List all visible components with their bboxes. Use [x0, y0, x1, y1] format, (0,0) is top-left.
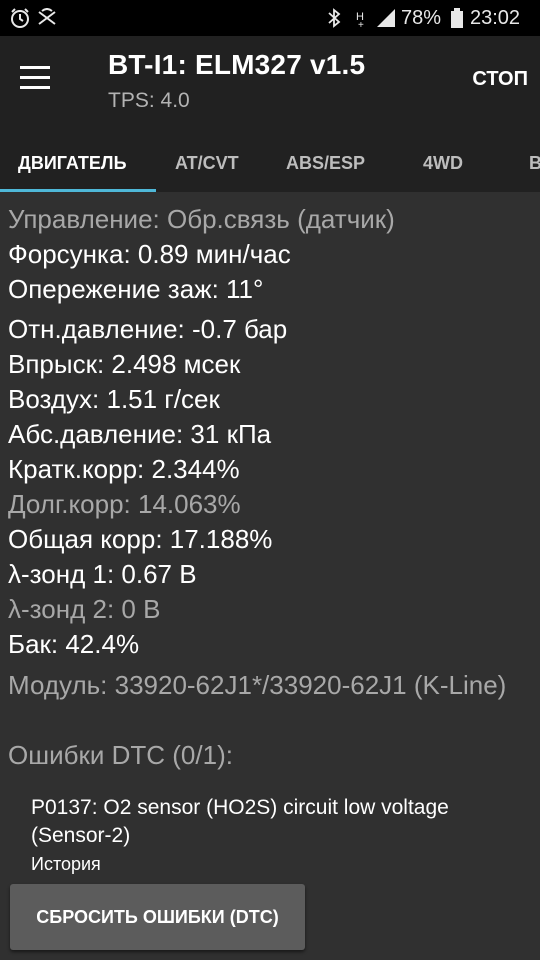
- bluetooth-icon: [328, 8, 341, 28]
- param-ignition-advance: Опережение заж: 11°: [8, 274, 264, 304]
- hamburger-menu-icon[interactable]: [20, 66, 50, 90]
- tab-engine[interactable]: ДВИГАТЕЛЬ: [18, 153, 127, 174]
- silent-mode-icon: [38, 8, 56, 25]
- tab-bar: ДВИГАТЕЛЬ AT/CVT ABS/ESP 4WD В: [0, 141, 540, 192]
- signal-icon: [377, 9, 395, 27]
- dtc-state: История: [31, 854, 101, 874]
- engine-parameters[interactable]: Управление: Обр.связь (датчик) Форсунка:…: [0, 192, 540, 960]
- battery-percent: 78%: [401, 7, 442, 29]
- param-lambda-1: λ-зонд 1: 0.67 В: [8, 559, 197, 589]
- h-plus-icon: H +: [356, 11, 364, 29]
- param-air: Воздух: 1.51 г/сек: [8, 384, 220, 414]
- param-control: Управление: Обр.связь (датчик): [8, 204, 395, 234]
- app-subtitle: TPS: 4.0: [108, 89, 190, 112]
- svg-text:+: +: [358, 20, 364, 29]
- param-relative-pressure: Отн.давление: -0.7 бар: [8, 314, 288, 344]
- dtc-header: Ошибки DTC (0/1):: [8, 740, 233, 770]
- stop-button[interactable]: СТОП: [472, 68, 528, 91]
- alarm-icon: [11, 8, 29, 28]
- reset-dtc-button[interactable]: СБРОСИТЬ ОШИБКИ (DTC): [10, 884, 305, 950]
- param-short-trim: Кратк.корр: 2.344%: [8, 454, 240, 484]
- param-long-trim: Долг.корр: 14.063%: [8, 489, 241, 519]
- param-fuel-tank: Бак: 42.4%: [8, 629, 140, 659]
- tab-4wd[interactable]: 4WD: [423, 153, 463, 174]
- battery-icon: [451, 8, 463, 28]
- app-bar: BT-I1: ELM327 v1.5 TPS: 4.0 СТОП ДВИГАТЕ…: [0, 36, 540, 192]
- param-total-trim: Общая корр: 17.188%: [8, 524, 273, 554]
- tab-more[interactable]: В: [529, 153, 540, 174]
- param-injection: Впрыск: 2.498 мсек: [8, 349, 241, 379]
- clock: 23:02: [470, 7, 521, 29]
- tab-at-cvt[interactable]: AT/CVT: [175, 153, 239, 174]
- dtc-code: P0137: O2 sensor (HO2S) circuit low volt…: [31, 796, 449, 847]
- param-injector: Форсунка: 0.89 мин/час: [8, 239, 291, 269]
- app-title: BT-I1: ELM327 v1.5: [108, 49, 366, 80]
- param-lambda-2: λ-зонд 2: 0 В: [8, 594, 161, 624]
- module-info: Модуль: 33920-62J1*/33920-62J1 (K-Line): [8, 670, 507, 700]
- param-abs-pressure: Абс.давление: 31 кПа: [8, 419, 272, 449]
- status-bar: H + 78% 23:02: [0, 0, 540, 36]
- tab-abs-esp[interactable]: ABS/ESP: [286, 153, 365, 174]
